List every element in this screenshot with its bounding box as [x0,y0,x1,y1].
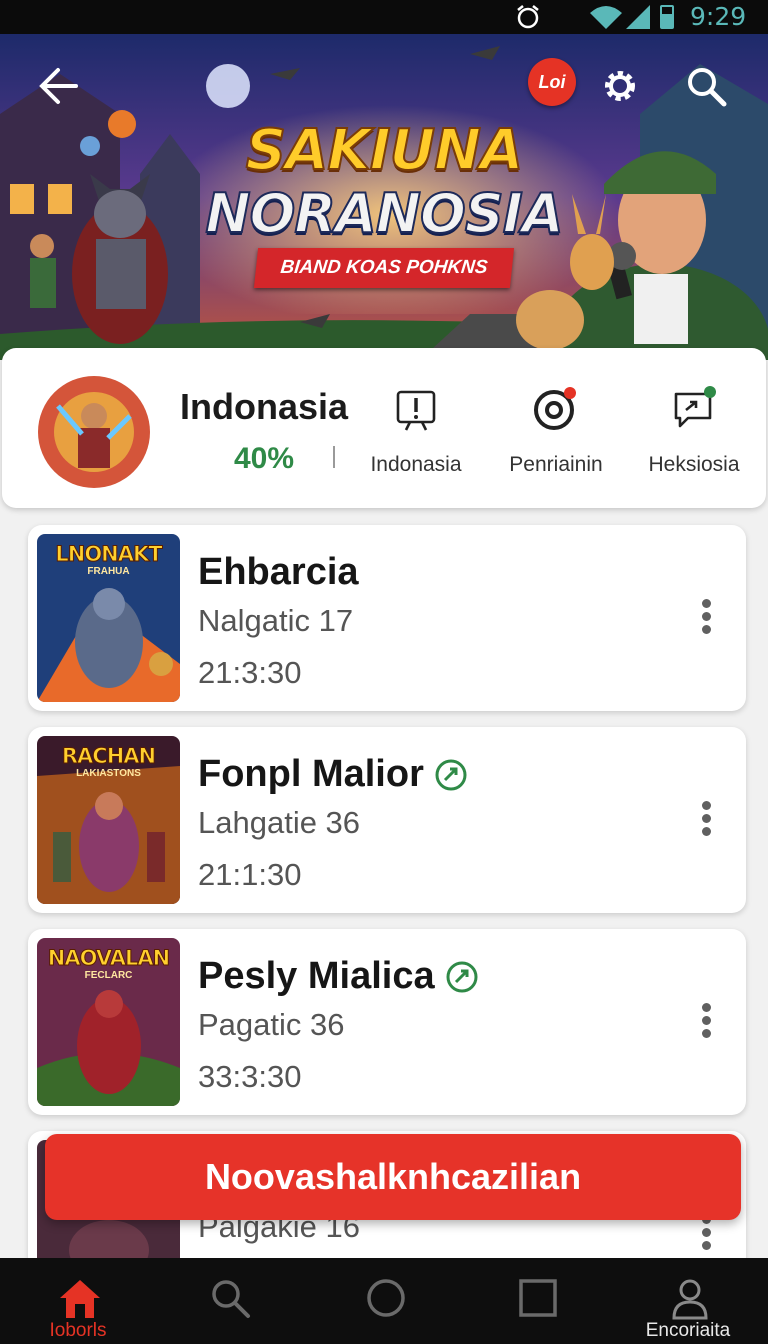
game-title: Ehbarcia [198,551,359,594]
bottom-navigation: Ioborls Encoriaita [0,1258,768,1344]
game-thumbnail: LNONAKT FRAHUA [37,534,180,702]
game-title: Fonpl Malior [198,753,468,796]
banner-title-line2: NORANOSIA [204,181,564,246]
more-options-icon[interactable] [696,599,716,639]
status-time: 9:29 [690,2,747,31]
profile-card: Indonasia 40% Indonasia Penriainin Heksi… [2,348,766,508]
nav-profile[interactable]: Encoriaita [628,1258,748,1344]
thumb-caption: NAOVALAN [47,946,170,971]
nav-search[interactable] [168,1258,288,1344]
avatar[interactable] [38,376,150,488]
hero-banner: Loi SAKIUNA NORANOSIA BIAND KOAS POHKNS [0,34,768,360]
list-item[interactable]: RACHAN LAKIASTONS Fonpl Malior Lahgatie … [28,727,746,913]
profile-name: Indonasia [180,386,349,427]
status-bar: 9:29 [0,0,768,34]
nav-square[interactable] [476,1258,596,1344]
game-thumbnail: RACHAN LAKIASTONS [37,736,180,904]
home-icon [60,1280,100,1318]
circle-icon [367,1279,405,1317]
game-title: Pesly Mialica [198,955,479,998]
divider [333,446,335,468]
back-arrow-icon[interactable] [36,64,80,108]
stat-penriainin[interactable]: Penriainin [486,384,626,477]
game-time: 33:3:30 [198,1059,302,1094]
game-subtitle: Lahgatie 36 [198,805,361,840]
game-time: 21:3:30 [198,655,302,690]
game-title-text: Pesly Mialica [198,955,435,997]
thumb-subcaption: FECLARC [84,970,133,981]
square-icon [519,1279,557,1317]
stat-label: Heksiosia [648,453,740,476]
game-subtitle: Nalgatic 17 [198,603,354,638]
profile-progress: 40% [234,442,295,475]
stat-label: Penriainin [509,453,603,476]
search-icon[interactable] [684,64,728,108]
action-banner-button[interactable]: Noovashalknhcazilian [45,1134,741,1220]
list-item[interactable]: LNONAKT FRAHUA Ehbarcia Nalgatic 17 21:3… [28,525,746,711]
battery-icon [660,5,674,29]
search-icon [212,1280,250,1318]
verified-check-icon [435,759,467,790]
nav-circle[interactable] [324,1258,444,1344]
alarm-icon [517,5,539,29]
thumb-subcaption: LAKIASTONS [76,768,141,779]
thumb-caption: RACHAN [61,744,156,769]
game-time: 21:1:30 [198,857,302,892]
alert-box-icon [396,390,436,431]
stat-heksiosia[interactable]: Heksiosia [624,384,764,477]
more-options-icon[interactable] [696,1215,716,1255]
nav-home[interactable]: Ioborls [18,1258,138,1344]
thumb-subcaption: FRAHUA [87,566,130,577]
brand-badge[interactable]: Loi [528,58,576,106]
game-title-text: Ehbarcia [198,551,359,593]
nav-label: Ioborls [49,1320,107,1341]
thumb-caption: LNONAKT [55,542,163,567]
avatar-image [38,376,150,488]
game-subtitle: Pagatic 36 [198,1007,345,1042]
share-message-icon [674,386,716,428]
gear-icon[interactable] [598,64,642,108]
nav-label: Encoriaita [645,1320,731,1341]
list-item[interactable]: NAOVALAN FECLARC Pesly Mialica Pagatic 3… [28,929,746,1115]
stat-indonasia[interactable]: Indonasia [346,384,486,477]
verified-check-icon [446,961,478,992]
banner-ribbon: BIAND KOAS POHKNS [253,248,515,288]
banner-title-line1: SAKIUNA [245,117,525,184]
person-icon [672,1279,708,1320]
more-options-icon[interactable] [696,1003,716,1043]
game-title-text: Fonpl Malior [198,753,424,795]
stat-label: Indonasia [370,453,462,476]
target-icon [534,387,576,430]
wifi-signal-icon [590,5,650,29]
more-options-icon[interactable] [696,801,716,841]
game-thumbnail: NAOVALAN FECLARC [37,938,180,1106]
